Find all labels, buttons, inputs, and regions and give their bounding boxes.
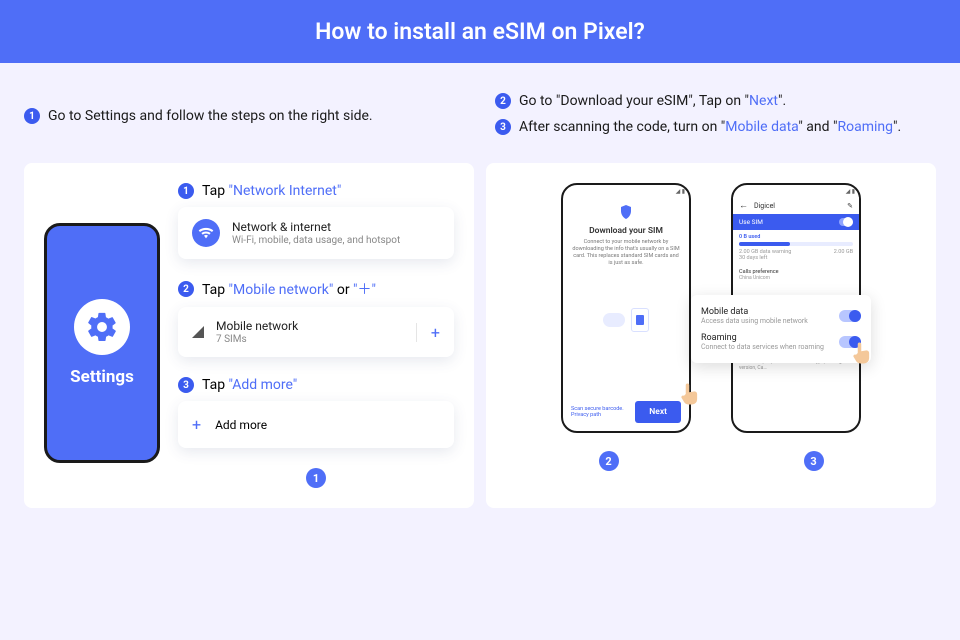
download-desc: Connect to your mobile network by downlo… (571, 239, 681, 268)
roaming-title: Roaming (701, 333, 824, 343)
substep-1-text: Tap "Network Internet" (202, 183, 341, 199)
i3-mid: " and " (798, 119, 837, 135)
instruction-3-text: After scanning the code, turn on "Mobile… (519, 119, 901, 135)
instruction-2-text: Go to "Download your eSIM", Tap on "Next… (519, 93, 786, 109)
panel2-footer-badge: 2 (599, 451, 619, 471)
s2-hl2: "＋" (353, 282, 376, 298)
privacy-link[interactable]: Scan secure barcode. Privacy path (571, 406, 635, 418)
panel-2-3: ◢ ▮ Download your SIM Connect to your mo… (486, 163, 936, 508)
statusbar-2: ◢ ▮ (563, 185, 689, 197)
settings-phone: Settings (44, 223, 160, 463)
mobile-data-row[interactable]: Mobile data Access data using mobile net… (701, 303, 861, 329)
substep-1: 1 Tap "Network Internet" Network & inter… (178, 183, 454, 259)
substep-1-badge: 1 (178, 183, 194, 199)
card1-title: Network & internet (232, 220, 400, 234)
instruction-3: 3 After scanning the code, turn on "Mobi… (495, 119, 936, 135)
card2-title: Mobile network (216, 319, 298, 333)
pencil-icon[interactable]: ✎ (847, 202, 853, 210)
download-sim-phone: ◢ ▮ Download your SIM Connect to your mo… (561, 183, 691, 433)
step-badge-2: 2 (495, 93, 511, 109)
calls-pref-row[interactable]: Calls preference China Unicom (733, 265, 859, 285)
mobile-data-sub: Access data using mobile network (701, 317, 808, 325)
roaming-row[interactable]: Roaming Connect to data services when ro… (701, 329, 861, 355)
panels: Settings 1 Tap "Network Internet" Networ… (0, 163, 960, 526)
use-sim-toggle[interactable] (839, 218, 853, 226)
days-left: 30 days left (739, 255, 853, 261)
wifi-icon (192, 219, 220, 247)
mobile-data-toggle[interactable] (839, 310, 861, 322)
statusbar-3: ◢ ▮ (733, 185, 859, 197)
shield-icon (620, 205, 632, 222)
download-title: Download your SIM (589, 226, 663, 236)
card2-sub: 7 SIMs (216, 334, 298, 345)
substep-2: 2 Tap "Mobile network" or "＋" Mobile net… (178, 279, 454, 357)
add-more-card[interactable]: + Add more (178, 401, 454, 448)
mobile-data-title: Mobile data (701, 307, 808, 317)
cloud-sim-graphic (603, 308, 649, 332)
carrier-header: ← Digicel ✎ (733, 197, 859, 214)
s2-pre: Tap (202, 282, 229, 298)
panel-1: Settings 1 Tap "Network Internet" Networ… (24, 163, 474, 508)
roaming-sub: Connect to data services when roaming (701, 343, 824, 351)
data-usage: 0 B used 2.00 GB data warning 2.00 GB 30… (733, 230, 859, 265)
i2-pre: Go to "Download your eSIM", Tap on " (519, 93, 749, 109)
gear-icon (74, 299, 130, 355)
top-instructions: 1 Go to Settings and follow the steps on… (0, 63, 960, 163)
substep-3: 3 Tap "Add more" + Add more (178, 377, 454, 448)
plus-icon: + (192, 415, 201, 434)
add-sim-plus[interactable]: + (416, 323, 440, 342)
back-arrow-icon[interactable]: ← (739, 200, 748, 211)
steps-column: 1 Tap "Network Internet" Network & inter… (178, 183, 454, 488)
network-internet-card[interactable]: Network & internet Wi-Fi, mobile, data u… (178, 207, 454, 259)
cloud-icon (603, 313, 625, 327)
next-button[interactable]: Next (635, 401, 681, 423)
s1-hl: "Network Internet" (229, 183, 342, 199)
s3-hl: "Add more" (229, 377, 298, 393)
total-data: 2.00 GB (834, 249, 853, 255)
card1-sub: Wi-Fi, mobile, data usage, and hotspot (232, 235, 400, 246)
substep-2-text: Tap "Mobile network" or "＋" (202, 279, 376, 299)
s1-pre: Tap (202, 183, 229, 199)
panel1-footer-badge: 1 (306, 468, 326, 488)
instruction-1: 1 Go to Settings and follow the steps on… (24, 108, 465, 124)
step-badge-1: 1 (24, 108, 40, 124)
instruction-2: 2 Go to "Download your eSIM", Tap on "Ne… (495, 93, 936, 109)
i3-post: ". (893, 119, 901, 135)
roaming-toggle[interactable] (839, 336, 861, 348)
panel3-footer-badge: 3 (804, 451, 824, 471)
usage-bar (739, 242, 853, 246)
i2-post: ". (778, 93, 786, 109)
use-sim-row[interactable]: Use SIM (733, 214, 859, 230)
i3-pre: After scanning the code, turn on " (519, 119, 725, 135)
s2-hl1: "Mobile network" (229, 282, 334, 298)
i3-hl2: Roaming (837, 119, 893, 135)
toggle-float-card: Mobile data Access data using mobile net… (691, 295, 871, 363)
i2-hl: Next (749, 93, 778, 109)
instruction-left: 1 Go to Settings and follow the steps on… (24, 93, 465, 145)
use-sim-label: Use SIM (739, 218, 763, 226)
mobile-network-card[interactable]: Mobile network 7 SIMs + (178, 307, 454, 357)
calls-sub: China Unicom (739, 275, 853, 281)
s3-pre: Tap (202, 377, 229, 393)
carrier-name: Digicel (754, 202, 775, 210)
substep-2-badge: 2 (178, 281, 194, 297)
s2-mid: or (333, 282, 353, 298)
instruction-right: 2 Go to "Download your eSIM", Tap on "Ne… (495, 93, 936, 145)
substep-3-text: Tap "Add more" (202, 377, 297, 393)
page-title: How to install an eSIM on Pixel? (315, 18, 645, 45)
card3-title: Add more (215, 418, 267, 432)
usage-value: 0 B used (739, 234, 853, 240)
sim-icon (631, 308, 649, 332)
substep-3-badge: 3 (178, 377, 194, 393)
signal-icon (192, 326, 204, 338)
instruction-1-text: Go to Settings and follow the steps on t… (48, 108, 373, 124)
step-badge-3: 3 (495, 119, 511, 135)
i3-hl1: Mobile data (725, 119, 798, 135)
right-footer-badges: 2 3 (506, 451, 916, 471)
page-header: How to install an eSIM on Pixel? (0, 0, 960, 63)
settings-label: Settings (70, 367, 134, 387)
